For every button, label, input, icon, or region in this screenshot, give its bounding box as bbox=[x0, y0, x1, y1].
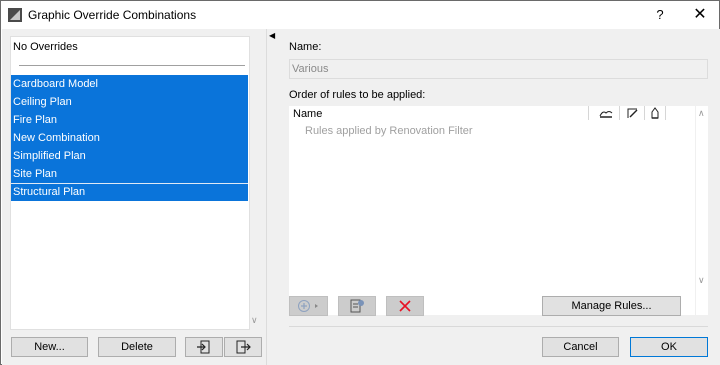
scroll-down-icon[interactable]: ∨ bbox=[251, 315, 258, 326]
collapse-left-icon[interactable]: ◀ bbox=[269, 31, 275, 40]
scroll-up-icon[interactable]: ∧ bbox=[698, 108, 705, 119]
list-item[interactable]: Simplified Plan bbox=[11, 147, 248, 165]
ok-button[interactable]: OK bbox=[630, 337, 708, 357]
list-item[interactable]: Cardboard Model bbox=[11, 75, 248, 93]
remove-rule-icon bbox=[398, 300, 412, 316]
pen-column-icon[interactable] bbox=[626, 107, 640, 119]
cancel-button[interactable]: Cancel bbox=[542, 337, 619, 357]
edit-rule-button bbox=[338, 296, 376, 316]
name-label: Name: bbox=[289, 41, 322, 53]
renovation-filter-rule: Rules applied by Renovation Filter bbox=[305, 125, 473, 137]
column-header-name[interactable]: Name bbox=[293, 108, 322, 120]
list-item[interactable]: Structural Plan bbox=[11, 183, 248, 201]
export-icon bbox=[235, 340, 251, 358]
no-overrides-item[interactable]: No Overrides bbox=[13, 41, 78, 53]
column-divider bbox=[619, 106, 620, 120]
fill-column-icon[interactable] bbox=[648, 107, 662, 119]
app-icon bbox=[8, 8, 22, 22]
right-panel: Name: Various Order of rules to be appli… bbox=[276, 29, 720, 365]
remove-rule-button bbox=[386, 296, 424, 316]
scroll-down-icon[interactable]: ∨ bbox=[698, 275, 705, 286]
add-rule-button bbox=[289, 296, 328, 316]
manage-rules-button[interactable]: Manage Rules... bbox=[542, 296, 681, 316]
column-divider bbox=[644, 106, 645, 120]
order-label: Order of rules to be applied: bbox=[289, 89, 426, 101]
list-item[interactable]: Site Plan bbox=[11, 165, 248, 183]
combinations-list[interactable]: No Overrides Cardboard Model Ceiling Pla… bbox=[10, 36, 250, 330]
rules-list[interactable] bbox=[289, 106, 695, 315]
title-bar[interactable]: Graphic Override Combinations ? ✕ bbox=[1, 1, 719, 29]
list-item[interactable]: Ceiling Plan bbox=[11, 93, 248, 111]
window-title: Graphic Override Combinations bbox=[28, 8, 197, 22]
export-button[interactable] bbox=[224, 337, 262, 357]
left-panel: No Overrides Cardboard Model Ceiling Pla… bbox=[2, 29, 266, 365]
delete-button[interactable]: Delete bbox=[98, 337, 176, 357]
edit-rule-icon bbox=[349, 299, 365, 317]
dialog-window: Graphic Override Combinations ? ✕ No Ove… bbox=[0, 0, 720, 365]
list-item[interactable]: Fire Plan bbox=[11, 111, 248, 129]
surface-column-icon[interactable] bbox=[599, 107, 613, 119]
help-button[interactable]: ? bbox=[651, 7, 669, 23]
footer-divider bbox=[289, 326, 708, 327]
panel-splitter[interactable]: ◀ bbox=[266, 29, 276, 365]
import-button[interactable] bbox=[185, 337, 223, 357]
name-field[interactable]: Various bbox=[289, 59, 708, 79]
combination-list-items: Cardboard Model Ceiling Plan Fire Plan N… bbox=[11, 75, 248, 201]
list-divider bbox=[19, 65, 245, 66]
list-item[interactable]: New Combination bbox=[11, 129, 248, 147]
column-divider bbox=[588, 106, 589, 120]
close-button[interactable]: ✕ bbox=[690, 5, 710, 25]
new-button[interactable]: New... bbox=[11, 337, 88, 357]
column-divider bbox=[665, 106, 666, 120]
add-rule-icon bbox=[296, 300, 322, 316]
import-icon bbox=[196, 340, 212, 358]
